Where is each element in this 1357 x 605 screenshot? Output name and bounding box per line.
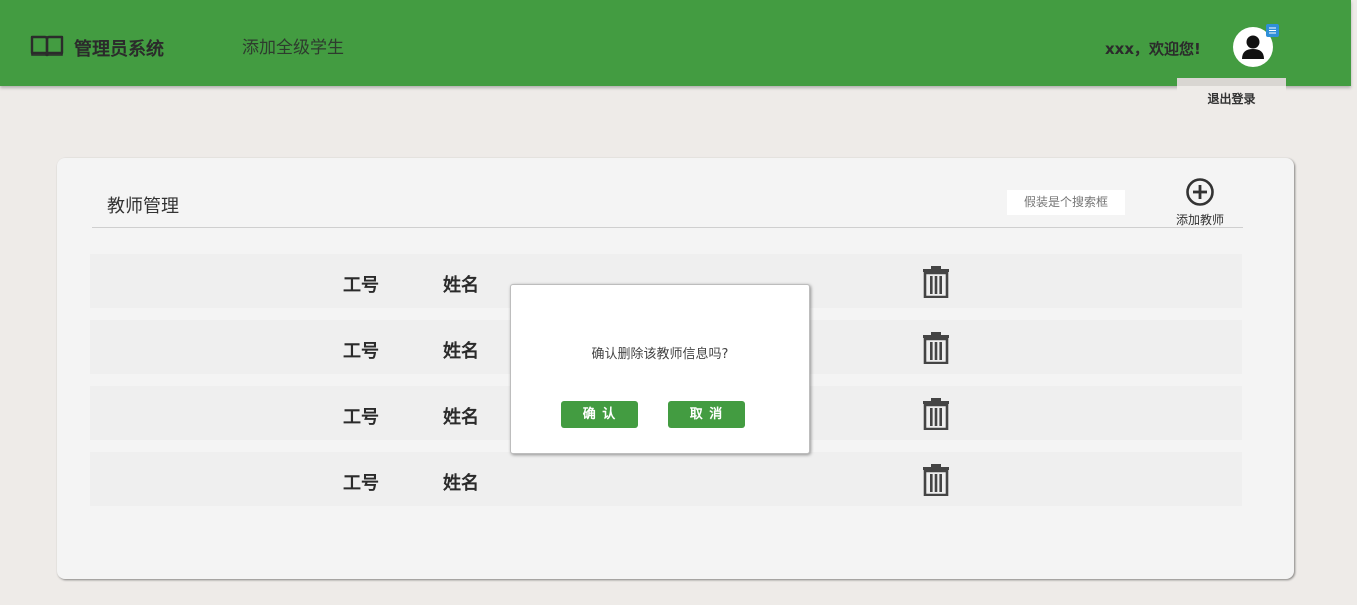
teacher-name-cell: 姓名 — [443, 407, 479, 428]
confirm-button[interactable]: 确 认 — [561, 401, 638, 428]
teacher-id-cell: 工号 — [343, 473, 379, 494]
teacher-id-cell: 工号 — [343, 341, 379, 362]
brand-title: 管理员系统 — [74, 39, 164, 60]
menu-icon[interactable] — [1266, 24, 1279, 37]
cancel-button[interactable]: 取 消 — [668, 401, 745, 428]
teacher-id-cell: 工号 — [343, 407, 379, 428]
teacher-id-cell: 工号 — [343, 275, 379, 296]
nav-add-all-students[interactable]: 添加全级学生 — [242, 33, 344, 58]
panel-title: 教师管理 — [107, 196, 179, 217]
trash-icon[interactable] — [922, 464, 950, 496]
teacher-name-cell: 姓名 — [443, 473, 479, 494]
plus-circle-icon — [1169, 177, 1231, 207]
table-row: 工号 姓名 — [90, 452, 1242, 506]
divider — [92, 227, 1243, 228]
search-input[interactable] — [1007, 190, 1125, 215]
logout-button[interactable]: 退出登录 — [1177, 78, 1286, 110]
brand: 管理员系统 — [30, 34, 164, 62]
add-teacher-label: 添加教师 — [1175, 213, 1224, 227]
trash-icon[interactable] — [922, 398, 950, 430]
teacher-name-cell: 姓名 — [443, 275, 479, 296]
top-header: 管理员系统 添加全级学生 xxx，欢迎您! — [0, 0, 1351, 86]
dialog-message: 确认删除该教师信息吗? — [591, 347, 729, 362]
welcome-text: xxx，欢迎您! — [1105, 40, 1201, 58]
delete-confirm-dialog: 确认删除该教师信息吗? 确 认 取 消 — [510, 284, 810, 454]
book-icon — [30, 34, 64, 62]
trash-icon[interactable] — [922, 266, 950, 298]
teacher-name-cell: 姓名 — [443, 341, 479, 362]
add-teacher-button[interactable]: 添加教师 — [1169, 173, 1231, 227]
user-icon — [1233, 35, 1273, 67]
trash-icon[interactable] — [922, 332, 950, 364]
